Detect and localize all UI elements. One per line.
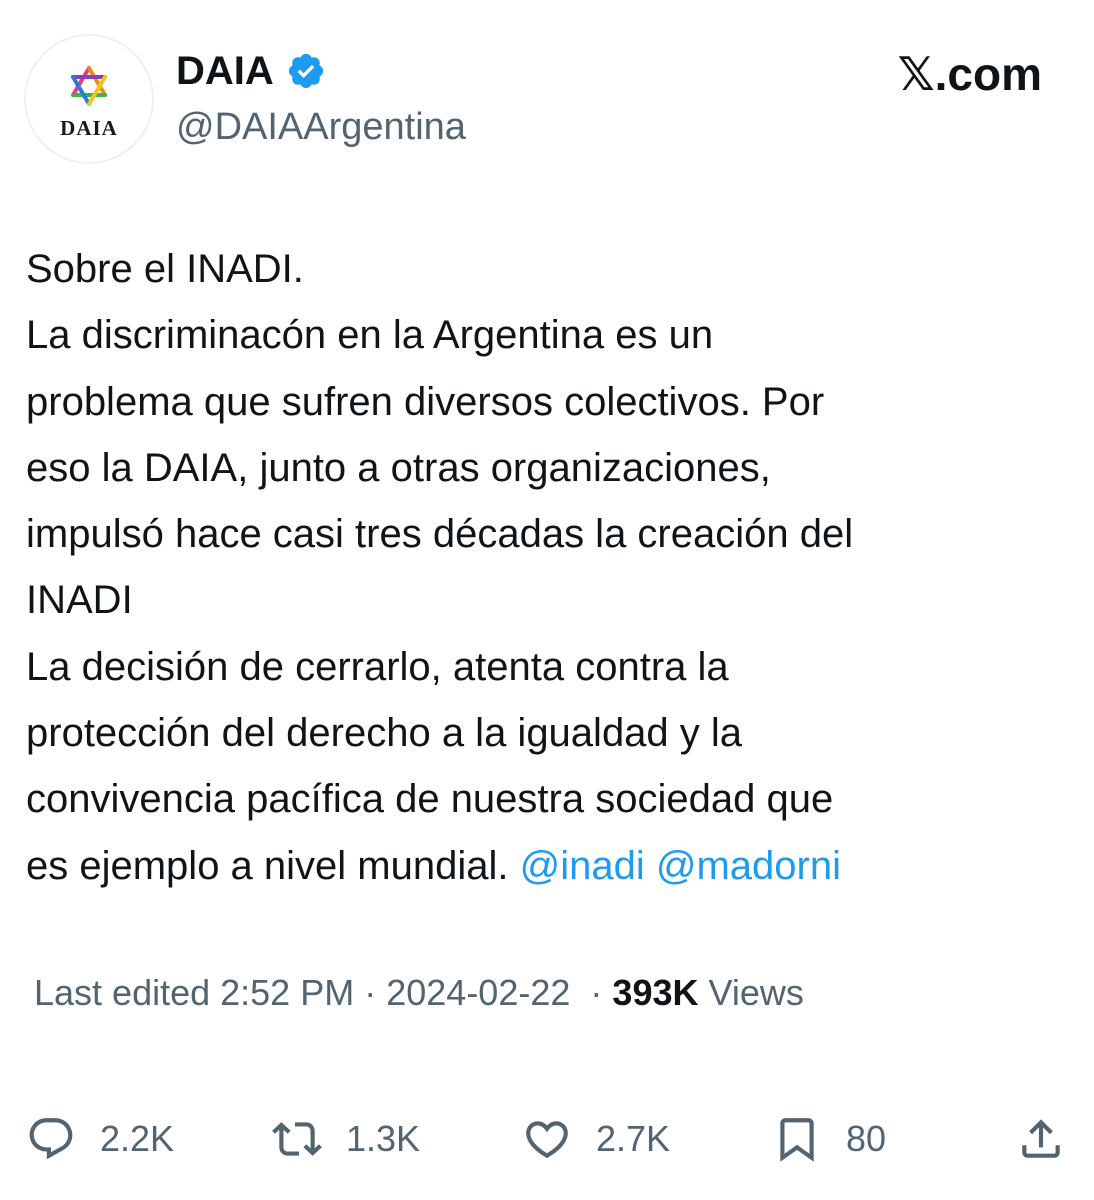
multicolor-star-of-david-icon	[71, 66, 107, 106]
meta-separator: ·	[590, 972, 603, 1013]
reply-button[interactable]: 2.2K	[26, 1104, 174, 1174]
x-brand-logo: 𝕏.com	[897, 48, 1042, 100]
repost-arrows-icon	[272, 1122, 322, 1156]
heart-icon	[526, 1121, 568, 1159]
tweet-line: eso la DAIA, junto a otras organizacione…	[26, 445, 771, 490]
tweet-body: Sobre el INADI. La discriminacón en la A…	[26, 236, 1066, 899]
like-count: 2.7K	[596, 1118, 671, 1159]
tweet-line: protección del derecho a la igualdad y l…	[26, 711, 743, 756]
bookmark-count: 80	[846, 1118, 887, 1159]
tweet-line: La discriminacón en la Argentina es un	[26, 313, 714, 358]
tweet-line: Sobre el INADI.	[26, 247, 304, 291]
verified-badge-icon	[288, 53, 323, 89]
views-count: 393K	[612, 972, 699, 1013]
tweet-date[interactable]: 2024-02-22	[386, 972, 570, 1013]
author-display-name[interactable]: DAIA	[176, 46, 274, 96]
share-upload-icon	[1022, 1119, 1060, 1158]
tweet-line: convivencia pacífica de nuestra sociedad…	[26, 777, 834, 822]
tweet-line: La decisión de cerrarlo, atenta contra l…	[26, 644, 729, 689]
repost-button[interactable]: 1.3K	[272, 1104, 420, 1174]
tweet-header: DAIA DAIA @DAIAArgentina 𝕏.com	[0, 0, 1094, 200]
author-name-row: DAIA	[176, 46, 326, 96]
tweet-line-text: es ejemplo a nivel mundial.	[26, 843, 509, 888]
edited-timestamp[interactable]: Last edited 2:52 PM	[34, 972, 354, 1013]
avatar-logo-text: DAIA	[60, 116, 118, 140]
author-handle[interactable]: @DAIAArgentina	[176, 104, 466, 150]
mention-link-inadi[interactable]: @inadi	[520, 844, 645, 888]
repost-count: 1.3K	[346, 1118, 421, 1159]
meta-separator: ·	[364, 972, 377, 1013]
tweet-line: problema que sufren diversos colectivos.…	[26, 379, 825, 424]
share-button[interactable]	[1016, 1104, 1066, 1174]
bookmark-icon	[780, 1118, 814, 1162]
tweet-line: INADI	[26, 578, 133, 623]
speech-bubble-icon	[29, 1118, 73, 1160]
tweet-actions-bar: 2.2K 1.3K 2.7K 80	[0, 1104, 1094, 1174]
views-label: Views	[708, 972, 804, 1013]
bookmark-button[interactable]: 80	[772, 1104, 886, 1174]
reply-count: 2.2K	[100, 1118, 175, 1159]
like-button[interactable]: 2.7K	[522, 1104, 670, 1174]
mention-link-madorni[interactable]: @madorni	[656, 844, 841, 888]
tweet-line-last: es ejemplo a nivel mundial. @inadi @mado…	[26, 833, 1066, 899]
tweet-meta: Last edited 2:52 PM · 2024-02-22 · 393K …	[34, 968, 804, 1018]
tweet-line: impulsó hace casi tres décadas la creaci…	[26, 512, 854, 557]
avatar[interactable]: DAIA	[24, 34, 154, 164]
